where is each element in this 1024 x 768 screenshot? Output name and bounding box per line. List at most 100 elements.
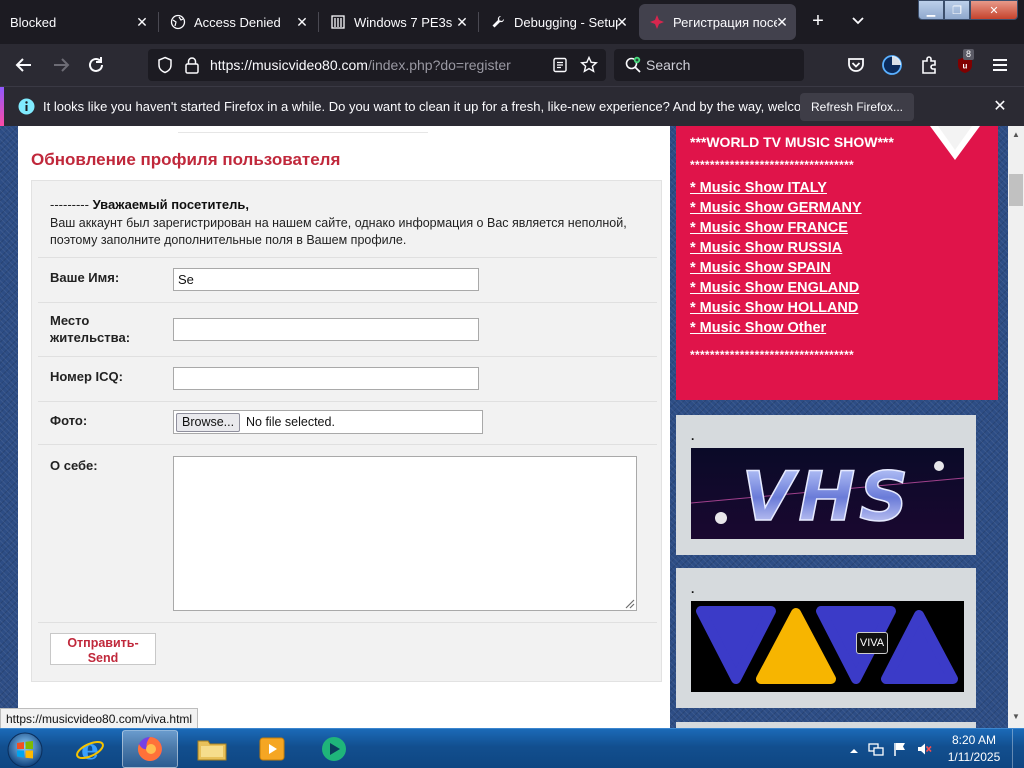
link-music-show-other[interactable]: * Music Show Other	[690, 318, 894, 338]
clock-time[interactable]: 8:20 AM	[948, 733, 1000, 747]
scrollbar-thumb[interactable]	[1009, 174, 1023, 206]
search-bar[interactable]: Search	[614, 49, 804, 81]
residence-field[interactable]	[173, 318, 479, 341]
name-field[interactable]	[173, 268, 479, 291]
scroll-up-arrow-icon[interactable]: ▲	[1011, 130, 1021, 140]
new-tab-button[interactable]: +	[806, 10, 830, 34]
tab-bar: Blocked ✕ Access Denied ✕ Windows 7 PE3s…	[0, 0, 1024, 44]
scroll-down-arrow-icon[interactable]: ▼	[1011, 712, 1021, 722]
tab-windows7[interactable]: Windows 7 PE3s x64 ✕	[320, 0, 476, 44]
link-music-show-france[interactable]: * Music Show FRANCE	[690, 218, 894, 238]
back-arrow-icon[interactable]	[12, 53, 36, 77]
tab-blocked[interactable]: Blocked ✕	[0, 0, 156, 44]
network-icon[interactable]	[868, 741, 884, 757]
viva-banner-box: . VIVA	[676, 568, 976, 708]
viva-banner-link[interactable]: VIVA	[691, 601, 964, 692]
row-divider	[38, 302, 657, 303]
chevron-down-icon[interactable]	[848, 11, 868, 31]
search-placeholder: Search	[646, 57, 691, 73]
clock-date[interactable]: 1/11/2025	[944, 750, 1004, 764]
tab-close-icon[interactable]: ✕	[294, 14, 310, 30]
taskbar-media-player[interactable]	[244, 730, 300, 768]
shield-icon[interactable]	[156, 56, 174, 74]
taskbar-explorer[interactable]	[184, 730, 240, 768]
tray-expand-icon[interactable]	[846, 743, 862, 759]
tab-access-denied[interactable]: Access Denied ✕	[160, 0, 316, 44]
archive-icon	[331, 15, 345, 29]
ublock-extension[interactable]: u 8	[953, 49, 977, 77]
name-label: Ваше Имя:	[50, 270, 120, 285]
banner-dot: .	[691, 429, 695, 443]
extensions-icon[interactable]	[917, 53, 941, 77]
reader-view-icon[interactable]	[552, 57, 568, 73]
submit-button[interactable]: Отправить- Send	[50, 633, 156, 665]
tab-close-icon[interactable]: ✕	[614, 14, 630, 30]
link-music-show-spain[interactable]: * Music Show SPAIN	[690, 258, 894, 278]
maximize-button[interactable]: ❐	[944, 0, 970, 20]
start-button[interactable]	[6, 731, 44, 768]
search-icon	[625, 56, 641, 73]
refresh-firefox-button[interactable]: Refresh Firefox...	[800, 93, 914, 121]
action-center-flag-icon[interactable]	[892, 741, 908, 757]
tab-registration[interactable]: Регистрация посетителя ✕	[639, 4, 796, 40]
link-music-show-italy[interactable]: * Music Show ITALY	[690, 178, 894, 198]
globe-icon	[170, 14, 186, 30]
music-show-promo: ***WORLD TV MUSIC SHOW*** **************…	[676, 126, 998, 400]
about-textarea[interactable]	[173, 456, 637, 611]
firefox-icon	[137, 737, 162, 761]
tab-close-icon[interactable]: ✕	[134, 14, 150, 30]
tab-title: Access Denied	[194, 14, 281, 30]
submit-label-line1: Отправить-	[67, 636, 139, 650]
scrollbar[interactable]: ▲ ▼	[1008, 126, 1024, 728]
close-window-button[interactable]: ✕	[970, 0, 1018, 20]
taskbar: e 8:20 AM 1/11/2025	[0, 728, 1024, 768]
tab-close-icon[interactable]: ✕	[454, 14, 470, 30]
about-label: О себе:	[50, 458, 98, 473]
stars-divider: *********************************	[690, 348, 855, 362]
residence-label-line2: жительства:	[50, 330, 131, 345]
url-path: /index.php?do=register	[367, 57, 511, 73]
music-show-links: * Music Show ITALY * Music Show GERMANY …	[690, 178, 894, 338]
vhs-text: VHS	[742, 458, 913, 537]
profile-form: --------- Уважаемый посетитель, Ваш акка…	[31, 180, 662, 682]
account-icon[interactable]	[880, 53, 904, 77]
resize-grip-icon[interactable]	[623, 597, 635, 609]
taskbar-firefox[interactable]	[122, 730, 178, 768]
viva-logo-image	[691, 601, 964, 692]
submit-label-line2: Send	[87, 651, 119, 665]
internet-explorer-icon: e	[76, 734, 104, 764]
taskbar-internet-explorer[interactable]: e	[62, 730, 118, 768]
link-status-url: https://musicvideo80.com/viva.html	[0, 708, 199, 729]
hamburger-menu-icon[interactable]	[988, 53, 1012, 77]
forward-arrow-icon[interactable]	[49, 53, 73, 77]
url-text[interactable]: https://musicvideo80.com/index.php?do=re…	[210, 57, 511, 73]
page-title: Обновление профиля пользователя	[31, 150, 341, 169]
link-music-show-russia[interactable]: * Music Show RUSSIA	[690, 238, 894, 258]
address-bar[interactable]: https://musicvideo80.com/index.php?do=re…	[148, 49, 606, 81]
bookmark-star-icon[interactable]	[580, 56, 598, 74]
icq-field[interactable]	[173, 367, 479, 390]
close-icon[interactable]: ✕	[990, 97, 1010, 117]
explorer-folder-icon	[197, 740, 227, 761]
taskbar-app[interactable]	[306, 730, 362, 768]
lock-icon[interactable]	[184, 56, 200, 74]
volume-muted-icon[interactable]	[916, 741, 932, 757]
stars-divider: *********************************	[690, 158, 855, 172]
browse-button[interactable]: Browse...	[176, 413, 241, 432]
pocket-icon[interactable]	[844, 53, 868, 77]
link-music-show-holland[interactable]: * Music Show HOLLAND	[690, 298, 894, 318]
tab-separator	[318, 12, 319, 32]
photo-file-input[interactable]: Browse... No file selected.	[173, 410, 483, 434]
page-viewport: Обновление профиля пользователя --------…	[0, 126, 1008, 728]
link-music-show-germany[interactable]: * Music Show GERMANY	[690, 198, 894, 218]
minimize-button[interactable]: ▁	[918, 0, 944, 20]
tab-close-icon[interactable]: ✕	[774, 14, 790, 30]
icq-label: Номер ICQ:	[50, 369, 123, 384]
tab-title: Debugging - Setup	[514, 14, 618, 30]
vhs-banner-link[interactable]: VHS	[691, 448, 964, 539]
reload-icon[interactable]	[84, 53, 108, 77]
show-desktop-button[interactable]	[1012, 729, 1024, 768]
link-music-show-england[interactable]: * Music Show ENGLAND	[690, 278, 894, 298]
tab-debugging[interactable]: Debugging - Setup ✕	[480, 0, 636, 44]
notification-text: It looks like you haven't started Firefo…	[43, 99, 854, 114]
